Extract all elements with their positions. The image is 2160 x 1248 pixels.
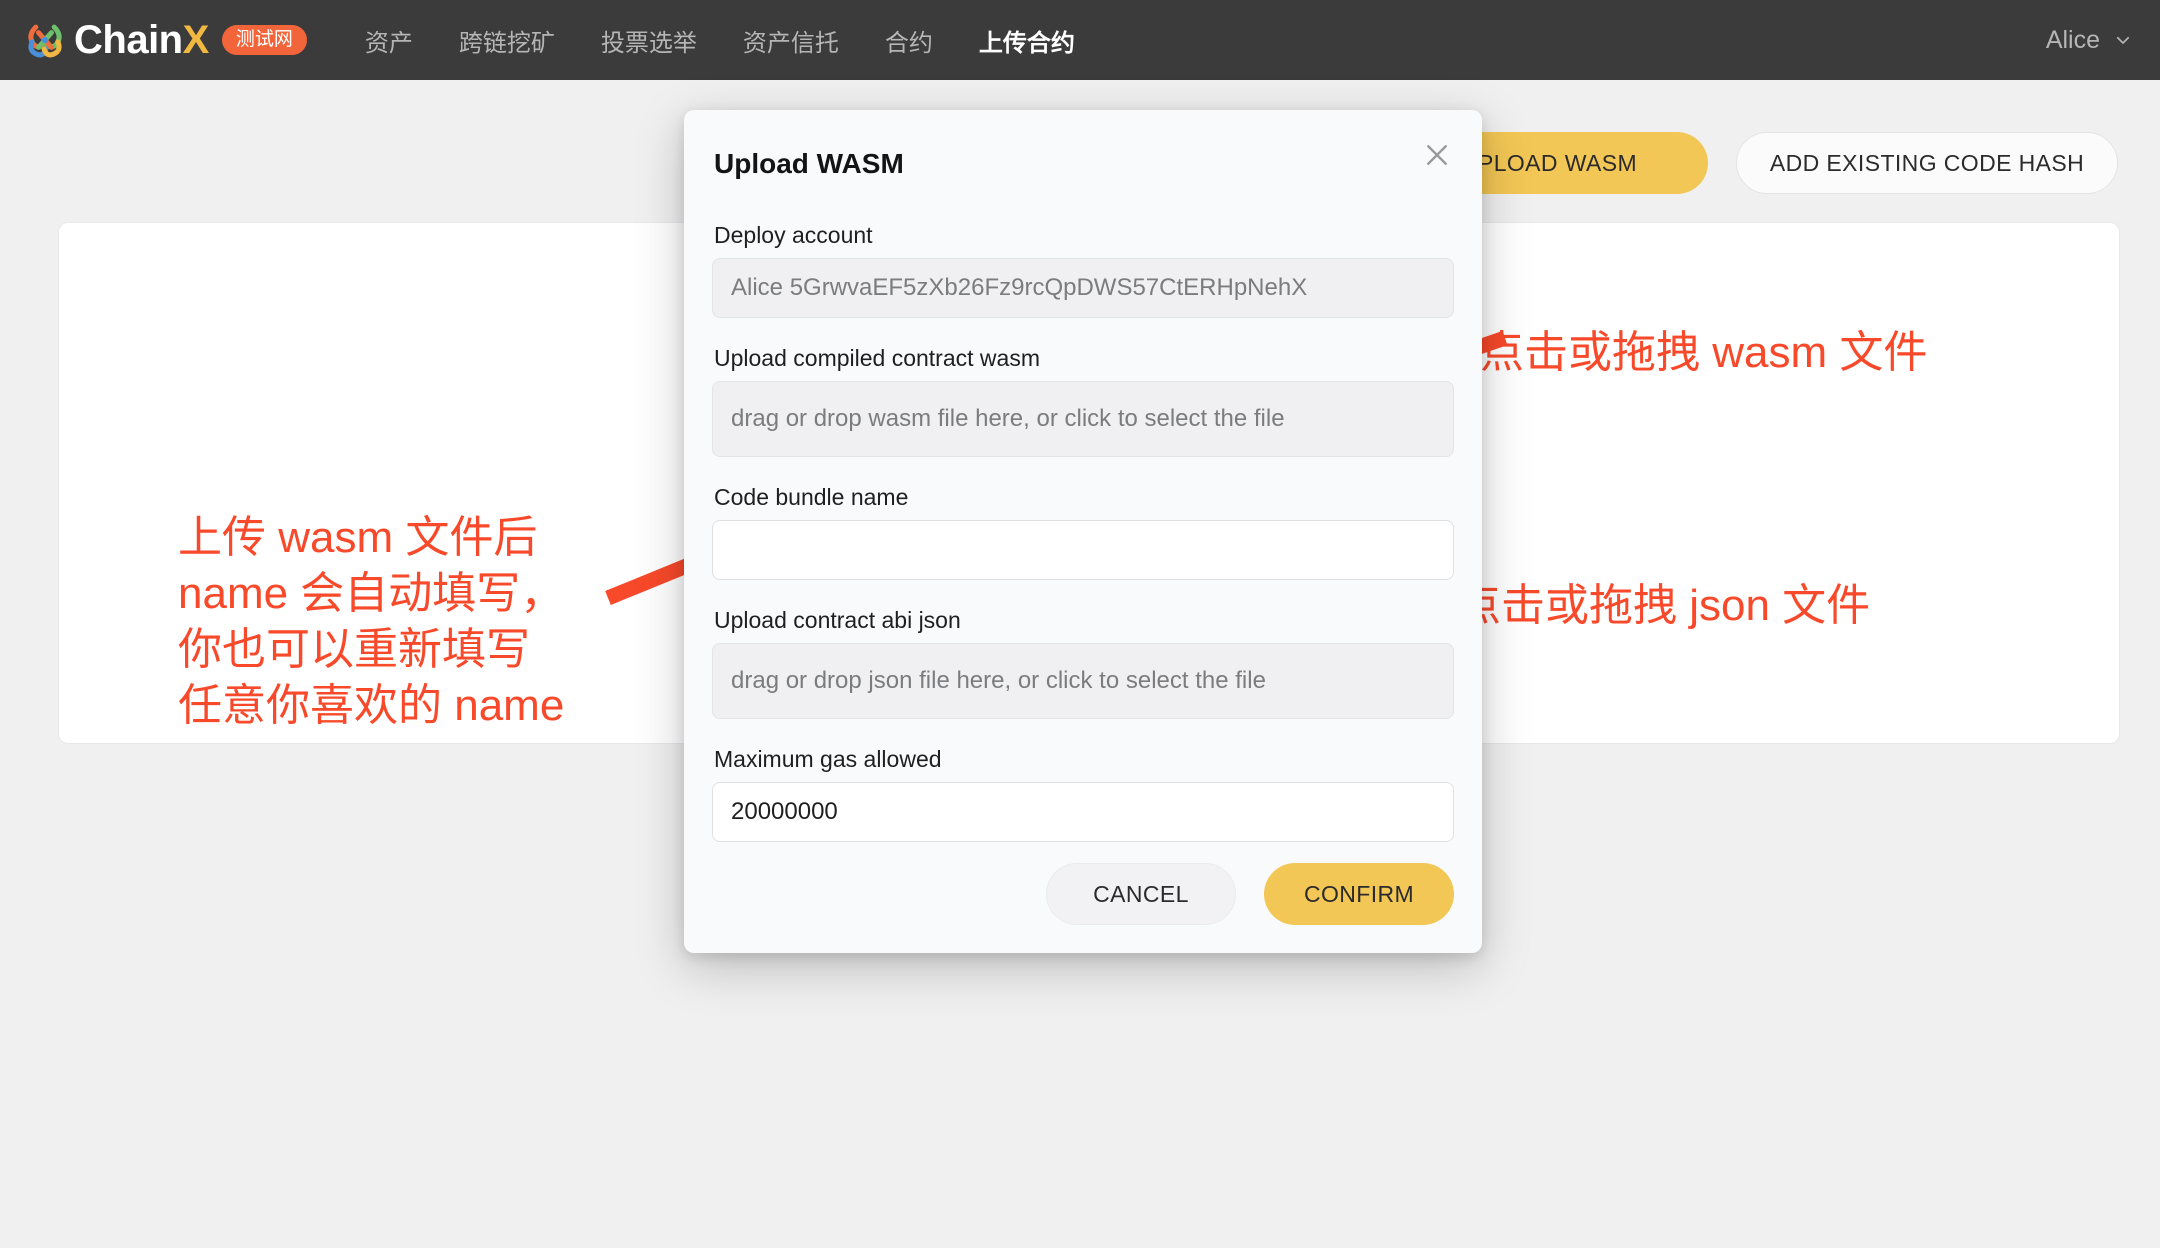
chainx-logo-icon — [28, 24, 62, 58]
confirm-button[interactable]: CONFIRM — [1264, 863, 1454, 925]
page-toolbar: UPLOAD WASM ADD EXISTING CODE HASH — [1390, 132, 2118, 194]
upload-abi-json-label: Upload contract abi json — [714, 607, 961, 633]
wasm-dropzone-placeholder: drag or drop wasm file here, or click to… — [731, 405, 1285, 432]
top-navbar: ChainX 测试网 资产 跨链挖矿 投票选举 资产信托 合约 上传合约 Ali… — [0, 0, 2160, 80]
upload-abi-json-field: Upload contract abi json drag or drop js… — [712, 607, 1454, 719]
brand-name: ChainX — [74, 18, 209, 62]
deploy-account-label: Deploy account — [714, 222, 873, 248]
user-menu[interactable]: Alice — [2046, 0, 2132, 80]
upload-wasm-dialog: Upload WASM Deploy account Alice 5GrwvaE… — [684, 110, 1482, 953]
nav-link-mining[interactable]: 跨链挖矿 — [459, 23, 555, 58]
json-dropzone[interactable]: drag or drop json file here, or click to… — [712, 643, 1454, 719]
nav-link-contract[interactable]: 合约 — [885, 23, 933, 58]
max-gas-input[interactable]: 20000000 — [712, 782, 1454, 842]
nav-links: 资产 跨链挖矿 投票选举 资产信托 合约 上传合约 — [365, 23, 1121, 58]
wasm-dropzone[interactable]: drag or drop wasm file here, or click to… — [712, 381, 1454, 457]
annotation-upload-json: 点击或拖拽 json 文件 — [1457, 581, 1871, 630]
add-existing-code-hash-button[interactable]: ADD EXISTING CODE HASH — [1736, 132, 2118, 194]
code-bundle-name-field: Code bundle name — [712, 484, 1454, 580]
network-badge: 测试网 — [221, 25, 307, 55]
code-bundle-name-input[interactable] — [712, 520, 1454, 580]
user-name: Alice — [2045, 25, 2100, 54]
annotation-code-bundle-name: 上传 wasm 文件后 name 会自动填写， 你也可以重新填写 任意你喜欢的 … — [178, 513, 565, 730]
dialog-actions: CANCEL CONFIRM — [1046, 863, 1454, 925]
annotation-upload-wasm: 点击或拖拽 wasm 文件 — [1480, 328, 1928, 377]
close-button[interactable] — [1418, 136, 1456, 174]
max-gas-label: Maximum gas allowed — [714, 746, 942, 772]
deploy-account-field: Deploy account Alice 5GrwvaEF5zXb26Fz9rc… — [712, 222, 1454, 318]
dialog-title: Upload WASM — [714, 148, 904, 179]
upload-wasm-field: Upload compiled contract wasm drag or dr… — [712, 345, 1454, 457]
json-dropzone-placeholder: drag or drop json file here, or click to… — [731, 667, 1266, 694]
app-root: ChainX 测试网 资产 跨链挖矿 投票选举 资产信托 合约 上传合约 Ali… — [0, 0, 2160, 1248]
brand-logo[interactable]: ChainX 测试网 — [22, 17, 307, 63]
nav-link-upload-contract[interactable]: 上传合约 — [979, 23, 1075, 58]
code-bundle-name-label: Code bundle name — [714, 484, 909, 510]
upload-wasm-label: Upload compiled contract wasm — [714, 345, 1040, 371]
nav-link-trustee[interactable]: 资产信托 — [743, 23, 839, 58]
deploy-account-value: Alice 5GrwvaEF5zXb26Fz9rcQpDWS57CtERHpNe… — [731, 274, 1308, 301]
nav-link-assets[interactable]: 资产 — [365, 23, 413, 58]
max-gas-field: Maximum gas allowed 20000000 — [712, 746, 1454, 842]
max-gas-value: 20000000 — [731, 798, 838, 825]
deploy-account-select[interactable]: Alice 5GrwvaEF5zXb26Fz9rcQpDWS57CtERHpNe… — [712, 258, 1454, 318]
nav-link-election[interactable]: 投票选举 — [601, 23, 697, 58]
chevron-down-icon — [2116, 36, 2130, 44]
cancel-button[interactable]: CANCEL — [1046, 863, 1236, 925]
close-icon — [1427, 145, 1447, 165]
